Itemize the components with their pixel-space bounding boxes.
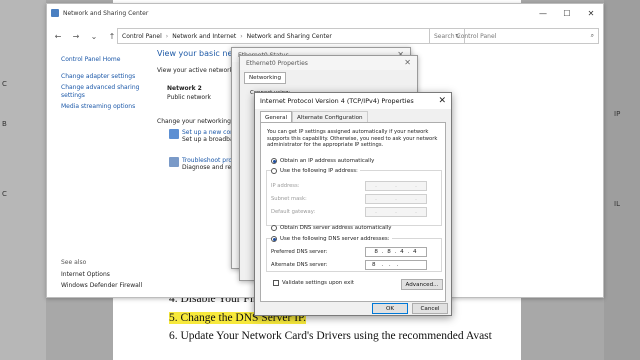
chevron-right-icon: › — [240, 32, 243, 40]
address-bar[interactable]: Control Panel › Network and Internet › N… — [117, 28, 465, 44]
breadcrumb-item[interactable]: Network and Internet — [172, 33, 236, 40]
task-new-connection[interactable]: Set up a new conn Set up a broadban — [169, 129, 238, 143]
background-right: IP IL — [604, 0, 640, 360]
radio-label: Use the following DNS server addresses: — [280, 236, 390, 242]
sidebar-item-home[interactable]: Control Panel Home — [61, 56, 156, 64]
doc-line: 6. Update Your Network Card's Drivers us… — [169, 330, 492, 342]
task-sub: Set up a broadban — [182, 136, 238, 143]
default-gateway-field[interactable]: ... — [365, 207, 427, 217]
chevron-right-icon: › — [165, 32, 169, 40]
breadcrumb-item[interactable]: Network and Sharing Center — [247, 33, 332, 40]
search-input[interactable]: Search Control Panel ⌕ — [429, 28, 599, 44]
see-also: See also Internet Options Windows Defend… — [61, 259, 142, 289]
task-sub: Diagnose and rep — [182, 164, 236, 171]
ok-button[interactable]: OK — [372, 303, 408, 314]
bg-letter: IL — [614, 200, 620, 208]
bg-letter: C — [2, 190, 7, 198]
radio-circle — [271, 236, 277, 242]
radio-label: Obtain DNS server address automatically — [280, 225, 392, 231]
radio-circle — [271, 168, 277, 174]
default-gateway-label: Default gateway: — [271, 209, 316, 215]
general-panel: You can get IP settings assigned automat… — [260, 122, 446, 302]
network-name: Network 2 — [167, 85, 202, 92]
task-troubleshoot[interactable]: Troubleshoot prob Diagnose and rep — [169, 157, 236, 171]
search-placeholder: Search Control Panel — [434, 32, 497, 40]
obtain-ip-auto-radio[interactable]: Obtain an IP address automatically — [271, 158, 374, 164]
active-networks-label: View your active networks — [157, 67, 237, 74]
new-connection-icon — [169, 129, 179, 139]
ipv4-dialog-title: Internet Protocol Version 4 (TCP/IPv4) P… — [255, 93, 451, 109]
page-title: View your basic netw — [157, 49, 243, 58]
obtain-dns-auto-radio[interactable]: Obtain DNS server address automatically — [271, 225, 391, 231]
bg-letter: B — [2, 120, 7, 128]
ipv4-properties-dialog: Internet Protocol Version 4 (TCP/IPv4) P… — [254, 92, 452, 316]
maximize-button[interactable]: ☐ — [555, 4, 579, 22]
close-icon[interactable]: ✕ — [404, 58, 411, 67]
validate-checkbox[interactable]: Validate settings upon exit — [273, 280, 354, 286]
forward-icon[interactable]: → — [69, 32, 83, 41]
sidebar-item-adapter[interactable]: Change adapter settings — [61, 73, 156, 81]
radio-label: Use the following IP address: — [280, 168, 358, 174]
troubleshoot-icon — [169, 157, 179, 167]
chevron-down-icon[interactable]: ⌄ — [87, 32, 101, 41]
cancel-button[interactable]: Cancel — [412, 303, 448, 314]
checkbox-label: Validate settings upon exit — [282, 280, 354, 286]
radio-label: Obtain an IP address automatically — [280, 158, 375, 164]
ip-address-label: IP address: — [271, 183, 300, 189]
change-settings-label: Change your networking set — [157, 118, 242, 125]
preferred-dns-label: Preferred DNS server: — [271, 249, 328, 255]
sidebar: Control Panel Home Change adapter settin… — [61, 56, 156, 114]
breadcrumb-item[interactable]: Control Panel — [122, 33, 162, 40]
minimize-button[interactable]: — — [531, 4, 555, 22]
advanced-button[interactable]: Advanced... — [401, 279, 443, 290]
sidebar-item-media[interactable]: Media streaming options — [61, 103, 156, 111]
checkbox-box — [273, 280, 279, 286]
subnet-mask-field[interactable]: ... — [365, 194, 427, 204]
window-controls: — ☐ ✕ — [531, 4, 603, 22]
background-left: C B C — [0, 0, 46, 360]
see-also-firewall[interactable]: Windows Defender Firewall — [61, 282, 142, 289]
preferred-dns-field[interactable]: 8 . 8 . 4 . 4 — [365, 247, 427, 257]
address-row: ← → ⌄ ↑ Control Panel › Network and Inte… — [47, 26, 603, 46]
search-icon: ⌕ — [590, 32, 594, 39]
task-label[interactable]: Set up a new conn — [182, 129, 238, 136]
properties-dialog-title: Ethernet0 Properties — [240, 56, 417, 70]
bg-letter: C — [2, 80, 7, 88]
use-ip-radio[interactable]: Use the following IP address: — [271, 168, 360, 174]
see-also-label: See also — [61, 259, 87, 266]
back-icon[interactable]: ← — [51, 32, 65, 41]
network-type: Public network — [167, 94, 212, 101]
task-label[interactable]: Troubleshoot prob — [182, 157, 236, 164]
alternate-dns-label: Alternate DNS server: — [271, 262, 328, 268]
window-title: Network and Sharing Center — [63, 9, 149, 17]
network-icon — [51, 9, 59, 17]
close-icon[interactable]: ✕ — [438, 96, 446, 106]
sidebar-item-advanced-sharing[interactable]: Change advanced sharing settings — [61, 84, 156, 100]
use-dns-radio[interactable]: Use the following DNS server addresses: — [271, 236, 392, 242]
close-button[interactable]: ✕ — [579, 4, 603, 22]
bg-letter: IP — [614, 110, 621, 118]
see-also-internet-options[interactable]: Internet Options — [61, 271, 142, 278]
radio-circle — [271, 158, 277, 164]
alternate-dns-field[interactable]: 8 . . . — [365, 260, 427, 270]
radio-circle — [271, 225, 277, 231]
subnet-mask-label: Subnet mask: — [271, 196, 307, 202]
title-bar: Network and Sharing Center — [47, 4, 603, 22]
tab-networking[interactable]: Networking — [244, 72, 287, 84]
ip-address-field[interactable]: ... — [365, 181, 427, 191]
description-text: You can get IP settings assigned automat… — [267, 129, 438, 149]
